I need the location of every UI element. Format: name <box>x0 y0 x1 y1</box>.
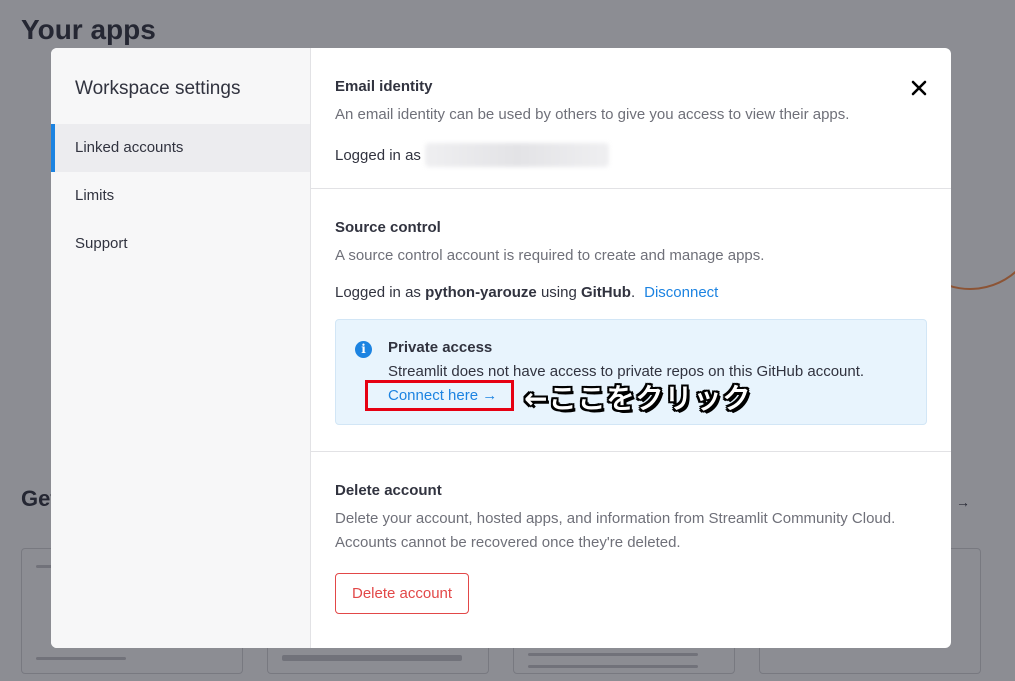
github-username: python-yarouze <box>425 284 537 301</box>
delete-account-description-2: Accounts cannot be recovered once they'r… <box>335 534 681 551</box>
sidebar-item-label: Limits <box>75 187 115 204</box>
disconnect-link[interactable]: Disconnect <box>644 284 718 301</box>
annotation-highlight-box <box>365 380 514 411</box>
delete-account-description-1: Delete your account, hosted apps, and in… <box>335 510 896 527</box>
source-logged-in-label: Logged in as <box>335 284 421 301</box>
email-identity-title: Email identity <box>335 78 433 95</box>
sidebar-item-limits[interactable]: Limits <box>51 172 310 220</box>
source-control-title: Source control <box>335 219 441 236</box>
settings-sidebar: Workspace settings Linked accounts Limit… <box>51 48 311 648</box>
email-logged-in-label: Logged in as <box>335 146 421 164</box>
workspace-settings-modal: Workspace settings Linked accounts Limit… <box>51 48 951 648</box>
email-logged-in: Logged in as <box>335 143 927 167</box>
delete-account-section: Delete account Delete your account, host… <box>311 452 951 614</box>
sidebar-item-linked-accounts[interactable]: Linked accounts <box>51 124 310 172</box>
sidebar-item-label: Linked accounts <box>75 139 184 156</box>
close-icon[interactable] <box>909 78 929 98</box>
annotation-click-here: ←ここをクリック <box>524 382 752 415</box>
sidebar-item-support[interactable]: Support <box>51 220 310 268</box>
sidebar-title: Workspace settings <box>75 78 241 99</box>
period: . <box>630 284 636 301</box>
using-label: using <box>540 284 577 301</box>
redacted-email <box>424 143 609 167</box>
source-control-description: A source control account is required to … <box>335 247 765 264</box>
delete-account-title: Delete account <box>335 482 442 499</box>
delete-account-button[interactable]: Delete account <box>335 573 470 614</box>
email-identity-section: Email identity An email identity can be … <box>311 48 951 189</box>
sidebar-item-label: Support <box>75 235 128 252</box>
source-control-logged-in: Logged in as python-yarouze using GitHub… <box>335 284 927 301</box>
private-access-alert: i Private access Streamlit does not have… <box>335 319 927 425</box>
provider-name: GitHub <box>580 284 631 301</box>
source-control-section: Source control A source control account … <box>311 189 951 452</box>
email-identity-description: An email identity can be used by others … <box>335 106 850 123</box>
settings-content: Email identity An email identity can be … <box>311 48 951 648</box>
private-access-title: Private access <box>388 339 493 356</box>
info-icon: i <box>355 341 372 358</box>
